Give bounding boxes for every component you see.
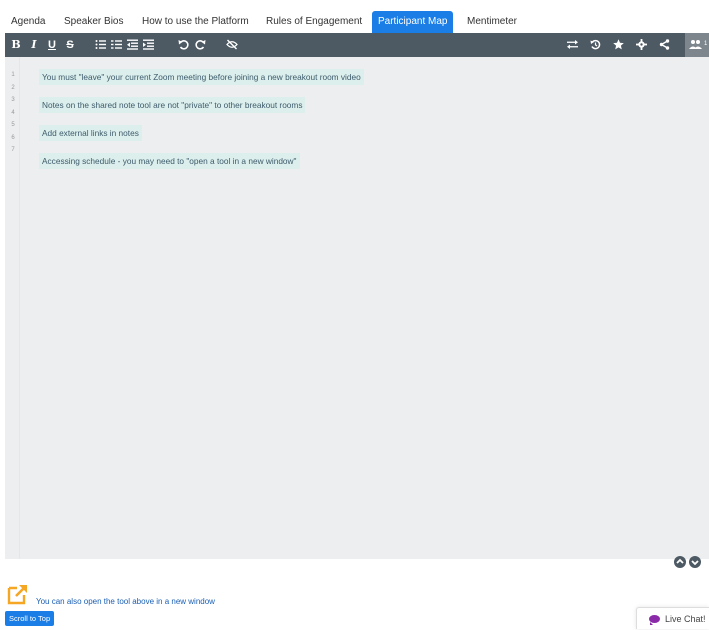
- gear-icon[interactable]: [634, 33, 648, 57]
- scroll-to-top-button[interactable]: Scroll to Top: [5, 611, 55, 626]
- outdent-icon[interactable]: [125, 33, 139, 57]
- arrow-up-icon: [676, 558, 684, 564]
- bulleted-list-icon[interactable]: [93, 33, 107, 57]
- numbered-list-icon[interactable]: [109, 33, 123, 57]
- undo-icon[interactable]: [176, 33, 190, 57]
- open-new-window-icon[interactable]: [7, 583, 29, 605]
- live-chat-label: Live Chat!: [665, 614, 706, 624]
- note-line[interactable]: Accessing schedule - you may need to "op…: [39, 153, 300, 169]
- line-number: 4: [11, 109, 15, 116]
- tab-rules-of-engagement[interactable]: Rules of Engagement: [260, 11, 368, 33]
- note-line[interactable]: Notes on the shared note tool are not "p…: [39, 97, 306, 113]
- editor-toolbar: B I U S 1: [5, 33, 709, 57]
- strikethrough-icon[interactable]: S: [64, 33, 76, 57]
- history-icon[interactable]: [588, 33, 602, 57]
- tab-agenda[interactable]: Agenda: [5, 11, 51, 33]
- hide-icon[interactable]: [225, 33, 239, 57]
- indent-icon[interactable]: [141, 33, 155, 57]
- live-chat-button[interactable]: Live Chat!: [636, 607, 709, 629]
- share-icon[interactable]: [657, 33, 671, 57]
- underline-icon[interactable]: U: [46, 33, 58, 57]
- users-button[interactable]: 1: [685, 33, 709, 57]
- tab-bar: Agenda Speaker Bios How to use the Platf…: [0, 11, 709, 33]
- italic-icon[interactable]: I: [28, 33, 40, 57]
- tab-participant-map[interactable]: Participant Map: [372, 11, 454, 33]
- line-number: 1: [11, 72, 15, 78]
- tab-how-to-use[interactable]: How to use the Platform: [136, 11, 255, 33]
- star-icon[interactable]: [611, 33, 625, 57]
- scroll-up-button[interactable]: [674, 556, 686, 568]
- line-number: 6: [11, 134, 15, 141]
- note-line[interactable]: You must "leave" your current Zoom meeti…: [39, 69, 364, 85]
- line-number-gutter: 1 2 3 4 5 6 7: [5, 69, 21, 157]
- arrow-down-icon: [691, 560, 699, 566]
- line-number: 7: [11, 147, 15, 153]
- open-new-window-link[interactable]: You can also open the tool above in a ne…: [36, 597, 215, 606]
- bold-icon[interactable]: B: [10, 33, 22, 57]
- tab-mentimeter[interactable]: Mentimeter: [461, 11, 523, 33]
- notes-editor[interactable]: 1 2 3 4 5 6 7 You must "leave" your curr…: [5, 57, 709, 559]
- line-number: 3: [11, 97, 15, 103]
- redo-icon[interactable]: [193, 33, 207, 57]
- chat-bubble-icon: [649, 615, 660, 625]
- users-count: 1: [704, 41, 708, 47]
- line-number: 5: [11, 122, 15, 128]
- users-icon: 1: [689, 40, 708, 49]
- scroll-down-button[interactable]: [689, 556, 701, 568]
- swap-icon[interactable]: [565, 33, 579, 57]
- line-number: 2: [11, 84, 15, 91]
- note-line[interactable]: Add external links in notes: [39, 125, 142, 141]
- tab-speaker-bios[interactable]: Speaker Bios: [58, 11, 129, 33]
